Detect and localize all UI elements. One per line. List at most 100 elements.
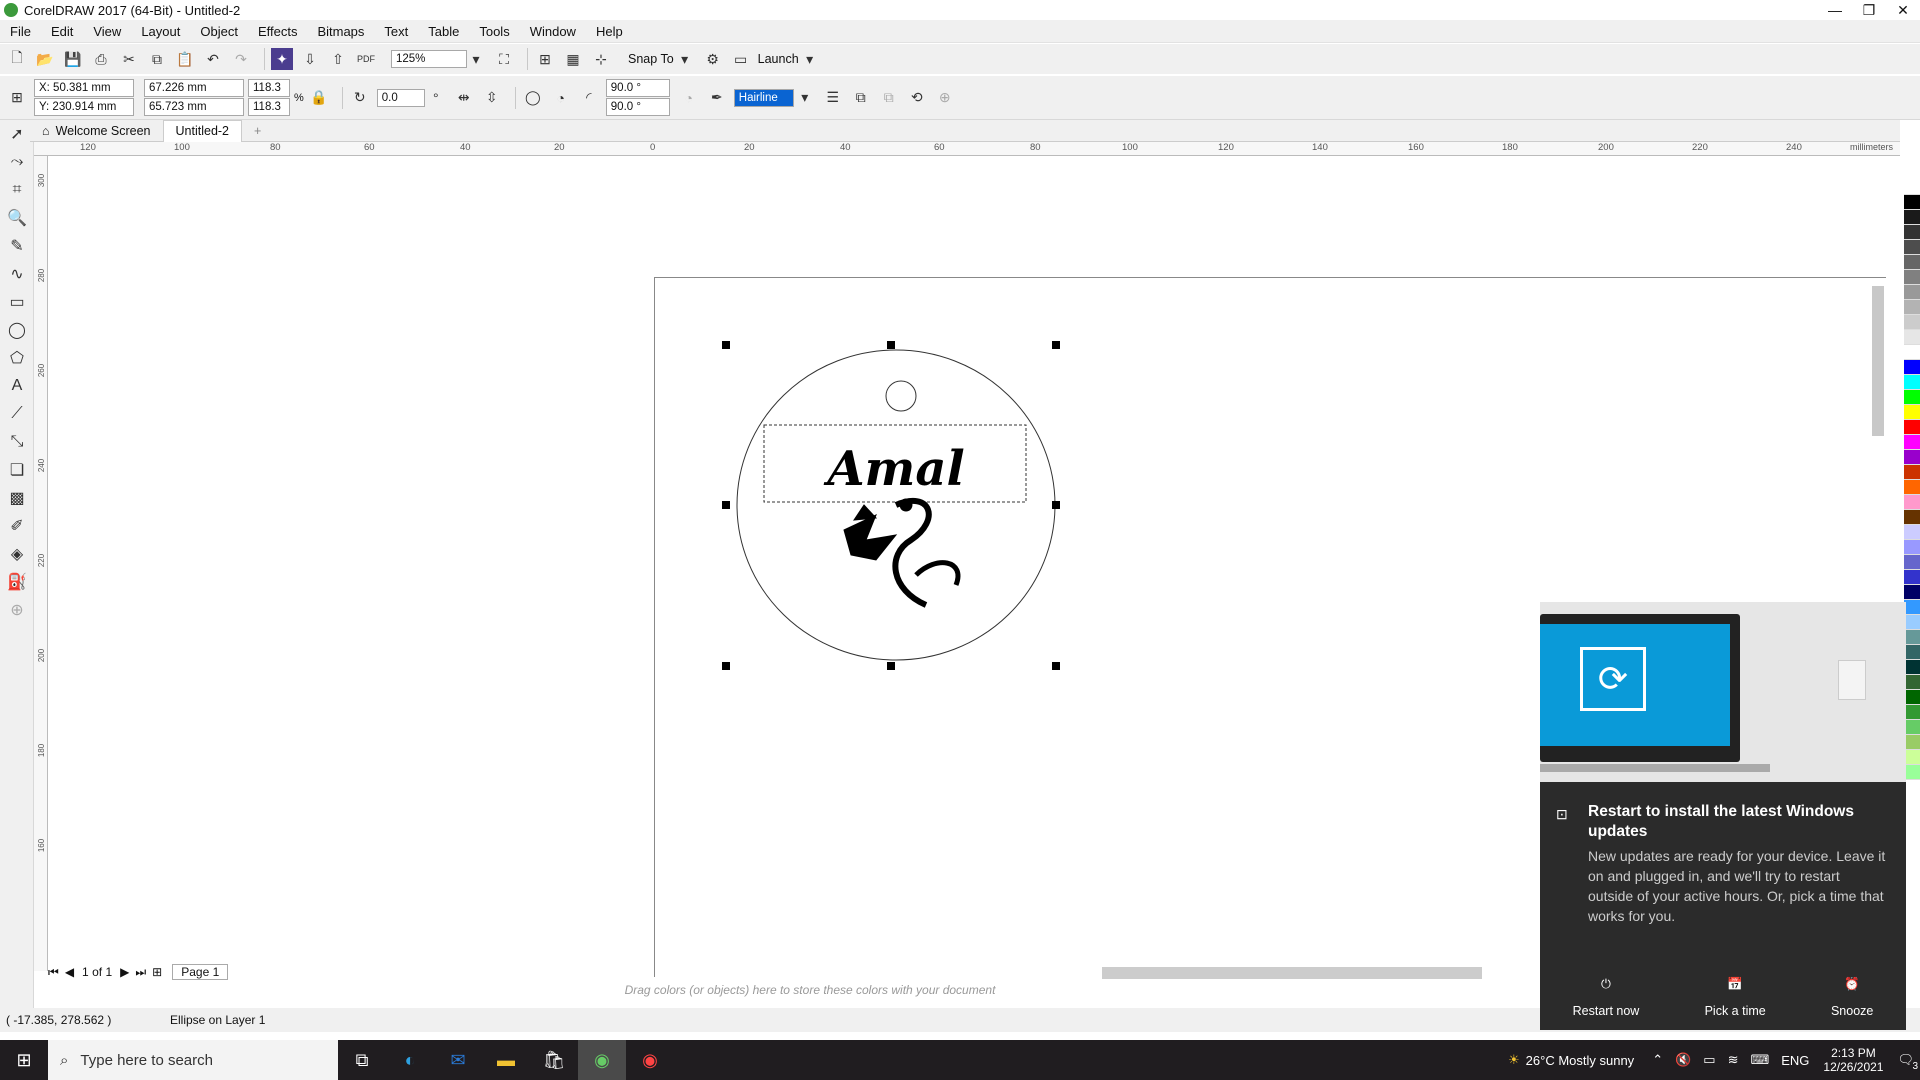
reference-point-icon[interactable]: ⊞ [6,87,28,109]
selection-handle[interactable] [887,341,895,349]
palette-swatch[interactable] [1904,540,1920,555]
next-page-icon[interactable]: ▶ [120,965,129,979]
windows-update-notification[interactable]: ⟳ ⊡ Restart to install the latest Window… [1540,602,1906,1030]
snooze-button[interactable]: ⏰ Snooze [1831,977,1873,1018]
palette-swatch[interactable] [1904,465,1920,480]
launch-dropdown-icon[interactable]: ▾ [799,48,821,70]
palette-swatch[interactable] [1904,615,1920,630]
y-position-field[interactable]: Y: 230.914 mm [34,98,134,116]
taskbar-search[interactable]: ⌕ Type here to search [48,1040,338,1080]
options-gear-icon[interactable]: ⚙ [702,48,724,70]
hole-circle[interactable] [885,380,917,412]
weather-text[interactable]: 26°C Mostly sunny [1526,1053,1635,1068]
horizontal-ruler[interactable]: 120 100 80 60 40 20 0 20 40 60 80 100 12… [34,142,1900,156]
palette-swatch[interactable] [1904,195,1920,210]
save-icon[interactable]: 💾 [62,48,84,70]
selection-handle[interactable] [1052,341,1060,349]
pick-a-time-button[interactable]: 📅 Pick a time [1705,977,1766,1018]
prev-page-icon[interactable]: ◀ [65,965,74,979]
show-grid-icon[interactable]: ▦ [562,48,584,70]
page-tab[interactable]: Page 1 [172,964,229,980]
menu-file[interactable]: File [0,24,41,39]
artistic-media-icon[interactable]: ∿ [0,260,34,288]
input-icon[interactable]: ⌨ [1750,1052,1769,1068]
wrap-text-icon[interactable]: ☰ [822,87,844,109]
restore-button[interactable]: ❐ [1852,0,1886,20]
palette-swatch[interactable] [1904,645,1920,660]
color-eyedropper-icon[interactable]: ✐ [0,512,34,540]
end-angle-field[interactable]: 90.0 ° [605,98,670,116]
menu-table[interactable]: Table [418,24,469,39]
palette-swatch[interactable] [1904,315,1920,330]
selection-handle[interactable] [1052,662,1060,670]
palette-swatch[interactable] [1904,390,1920,405]
palette-swatch[interactable] [1904,510,1920,525]
chrome-icon[interactable]: ◉ [626,1040,674,1080]
add-tool-icon[interactable]: ⊕ [0,596,34,624]
vertical-scrollbar[interactable] [1872,286,1884,436]
vertical-ruler[interactable]: 300 280 260 240 220 200 180 160 [34,156,48,971]
arc-mode-icon[interactable]: ◜ [578,87,600,109]
search-content-icon[interactable]: ✦ [271,48,293,70]
to-front-icon[interactable]: ⧉ [850,87,872,109]
menu-edit[interactable]: Edit [41,24,83,39]
zoom-tool-icon[interactable]: 🔍 [0,204,34,232]
palette-swatch[interactable] [1904,360,1920,375]
selection-handle[interactable] [722,662,730,670]
snap-dropdown-icon[interactable]: ▾ [674,48,696,70]
chevron-up-icon[interactable]: ⌃ [1652,1052,1663,1068]
convert-to-curves-icon[interactable]: ⟲ [906,87,928,109]
copy-icon[interactable]: ⧉ [146,48,168,70]
zoom-level-field[interactable]: 125% [391,50,467,68]
weather-icon[interactable]: ☀ [1508,1052,1520,1068]
palette-swatch[interactable] [1904,435,1920,450]
to-back-icon[interactable]: ⧉ [878,87,900,109]
height-field[interactable]: 65.723 mm [144,98,244,116]
shape-tool-icon[interactable]: ⤳ [0,148,34,176]
edge-icon[interactable]: ◐ [386,1040,434,1080]
tab-welcome-screen[interactable]: ⌂ Welcome Screen [30,120,163,142]
palette-swatch[interactable] [1904,180,1920,195]
palette-swatch[interactable] [1904,270,1920,285]
palette-swatch[interactable] [1904,225,1920,240]
parallel-dimension-icon[interactable]: ⟋ [0,400,34,428]
palette-swatch[interactable] [1904,750,1920,765]
connector-tool-icon[interactable]: ⤡ [0,428,34,456]
file-explorer-icon[interactable]: ▬ [482,1040,530,1080]
palette-swatch[interactable] [1904,690,1920,705]
pie-mode-icon[interactable]: ◔ [550,87,572,109]
menu-object[interactable]: Object [190,24,248,39]
palette-swatch[interactable] [1904,525,1920,540]
text-tool-icon[interactable]: A [0,372,34,400]
mirror-horizontal-icon[interactable]: ⇹ [453,87,475,109]
palette-swatch[interactable] [1904,630,1920,645]
palette-swatch[interactable] [1904,495,1920,510]
menu-tools[interactable]: Tools [469,24,519,39]
volume-muted-icon[interactable]: 🔇 [1675,1052,1691,1068]
show-rulers-icon[interactable]: ⊞ [534,48,556,70]
cut-icon[interactable]: ✂ [118,48,140,70]
new-document-icon[interactable]: 🗋 [6,48,28,70]
wifi-icon[interactable]: ≋ [1728,1052,1739,1068]
scale-x-field[interactable]: 118.3 [248,79,290,97]
pick-tool-icon[interactable]: ➚ [0,120,34,148]
first-page-icon[interactable]: ⏮ [48,965,59,980]
palette-swatch[interactable] [1904,345,1920,360]
document-palette-hint[interactable]: Drag colors (or objects) here to store t… [80,983,1540,1001]
selection-handle[interactable] [887,662,895,670]
palette-swatch[interactable] [1904,255,1920,270]
snap-to-button[interactable]: Snap To [628,52,674,66]
zoom-dropdown-icon[interactable]: ▾ [465,48,487,70]
palette-swatch[interactable] [1904,420,1920,435]
palette-swatch[interactable] [1904,330,1920,345]
import-icon[interactable]: ⇩ [299,48,321,70]
clock[interactable]: 2:13 PM 12/26/2021 [1823,1046,1883,1074]
palette-swatch[interactable] [1904,720,1920,735]
palette-swatch[interactable] [1904,705,1920,720]
horizontal-scrollbar[interactable] [1102,967,1482,979]
freehand-tool-icon[interactable]: ✎ [0,232,34,260]
start-angle-field[interactable]: 90.0 ° [605,79,670,97]
launch-button[interactable]: Launch [758,52,799,66]
ellipse-design[interactable]: Amal [726,340,1066,680]
outline-width-field[interactable]: Hairline [733,88,794,107]
